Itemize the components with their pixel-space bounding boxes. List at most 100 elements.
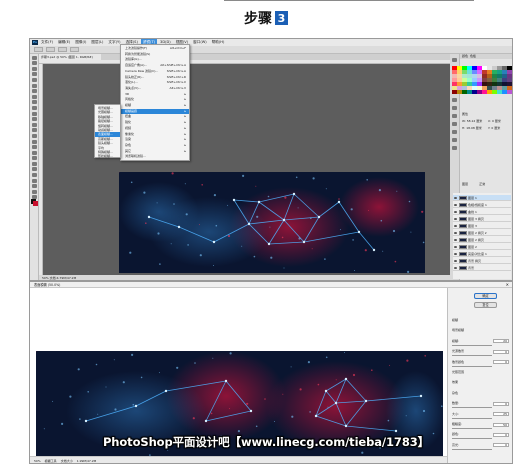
setting-value-field[interactable]: 0 — [493, 360, 509, 365]
filter-menu-item[interactable]: 镜头校正(R)... Shift+Ctrl+R — [121, 75, 189, 80]
visibility-eye-icon[interactable] — [454, 259, 457, 262]
visibility-eye-icon[interactable] — [454, 238, 457, 241]
tab-swatches[interactable]: 色板 — [470, 54, 476, 59]
tool-icon[interactable] — [31, 184, 37, 189]
panel-icon[interactable] — [452, 114, 457, 118]
layer-row[interactable]: 图层 2 拷贝 2 — [453, 230, 511, 236]
tool-icon[interactable] — [31, 150, 37, 155]
filter-menu-item[interactable]: 模糊画廊 ▸ — [121, 108, 189, 114]
tool-icon[interactable] — [31, 66, 37, 71]
tool-icon[interactable] — [31, 83, 37, 88]
setting-slider[interactable] — [452, 365, 492, 367]
panel-icon[interactable] — [452, 58, 457, 62]
filter-menu-item[interactable]: 渲染 ▸ — [121, 137, 189, 142]
filter-menu-item[interactable]: 其它 ▸ — [121, 149, 189, 154]
visibility-eye-icon[interactable] — [454, 252, 457, 255]
visibility-eye-icon[interactable] — [454, 266, 457, 269]
layer-row[interactable]: 曲线 1 — [453, 209, 511, 215]
filter-menu-item[interactable]: 滤镜库(G)... — [121, 57, 189, 62]
filter-menu-item[interactable]: 模糊 ▸ — [121, 103, 189, 108]
setting-value-field[interactable]: 20 — [493, 339, 509, 344]
tool-icon[interactable] — [31, 139, 37, 144]
tool-icon[interactable] — [31, 61, 37, 66]
tool-icon[interactable] — [31, 105, 37, 110]
visibility-eye-icon[interactable] — [454, 245, 457, 248]
tool-icon[interactable] — [31, 133, 37, 138]
setting-value-field[interactable]: 25 — [493, 412, 509, 417]
filter-menu-item[interactable]: 视频 ▸ — [121, 126, 189, 131]
tool-icon[interactable] — [31, 128, 37, 133]
setting-value-field[interactable]: 50 — [493, 422, 509, 427]
filter-menu-item[interactable]: 上次滤镜操作(F) Alt+Ctrl+F — [121, 46, 189, 51]
tool-icon[interactable] — [31, 77, 37, 82]
filter-menu-item[interactable]: 转换为智能滤镜(S) — [121, 52, 189, 57]
tool-icon[interactable] — [31, 156, 37, 161]
filter-menu-item[interactable]: 3D ▸ — [121, 92, 189, 97]
visibility-eye-icon[interactable] — [454, 224, 457, 227]
layer-row[interactable]: 背景 — [453, 265, 511, 271]
option-toggle-icon[interactable] — [70, 47, 79, 52]
layer-row[interactable]: 图层 2 拷贝 — [453, 237, 511, 243]
filter-menu-item[interactable]: 锐化 ▸ — [121, 120, 189, 125]
visibility-eye-icon[interactable] — [454, 203, 457, 206]
panel-icon[interactable] — [452, 130, 457, 134]
tool-icon[interactable] — [31, 189, 37, 194]
visibility-eye-icon[interactable] — [454, 217, 457, 220]
setting-slider[interactable] — [452, 344, 492, 346]
background-color-swatch[interactable] — [33, 201, 38, 206]
setting-slider[interactable] — [452, 407, 492, 409]
layer-row[interactable]: 图层 1 — [453, 195, 511, 201]
tab-color[interactable]: 颜色 — [462, 54, 468, 59]
setting-value-field[interactable]: 0 — [493, 349, 509, 354]
layer-row[interactable]: 亮度/对比度 1 — [453, 251, 511, 257]
filter-menu-item[interactable]: 杂色 ▸ — [121, 143, 189, 148]
option-toggle-icon[interactable] — [46, 47, 55, 52]
filter-menu-item[interactable]: 像素化 ▸ — [121, 132, 189, 137]
filter-menu-item[interactable]: 风格化 ▸ — [121, 97, 189, 102]
menu-item[interactable]: 编辑(E) — [56, 39, 72, 46]
panel-icon[interactable] — [452, 106, 457, 110]
tool-icon[interactable] — [31, 122, 37, 127]
menu-item[interactable]: 图层(L) — [89, 39, 105, 46]
tool-icon[interactable] — [31, 173, 37, 178]
reset-button[interactable]: 复位 — [474, 302, 497, 308]
layer-row[interactable]: 图层 2 — [453, 244, 511, 250]
tool-icon[interactable] — [31, 94, 37, 99]
tool-icon[interactable] — [31, 89, 37, 94]
tool-icon[interactable] — [31, 72, 37, 77]
menu-item[interactable]: 帮助(H) — [210, 39, 227, 46]
filter-menu-item[interactable]: 液化(L)... Shift+Ctrl+X — [121, 80, 189, 85]
menu-item[interactable]: 窗口(W) — [191, 39, 209, 46]
setting-slider[interactable] — [452, 417, 492, 419]
filter-menu-item[interactable]: 自适应广角(A)... Alt+Shift+Ctrl+A — [121, 63, 189, 68]
layer-row[interactable]: 色相/饱和度 1 — [453, 202, 511, 208]
tool-icon[interactable] — [31, 100, 37, 105]
panel-icon[interactable] — [452, 146, 457, 150]
panel-icon[interactable] — [452, 122, 457, 126]
panel-icon[interactable] — [452, 138, 457, 142]
visibility-eye-icon[interactable] — [454, 210, 457, 213]
setting-value-field[interactable]: 0 — [493, 401, 509, 406]
layer-row[interactable]: 背景 拷贝 — [453, 258, 511, 264]
blend-mode[interactable]: 正常 — [479, 182, 485, 186]
tool-icon[interactable] — [31, 167, 37, 172]
tool-icon[interactable] — [31, 161, 37, 166]
setting-slider[interactable] — [452, 428, 492, 429]
menu-item[interactable]: 文件(F) — [39, 39, 55, 46]
tool-icon[interactable] — [31, 55, 37, 60]
color-swatch[interactable] — [507, 90, 512, 94]
layer-row[interactable]: 图层 3 — [453, 223, 511, 229]
filter-menu-item[interactable]: Camera Raw 滤镜(C)... Shift+Ctrl+A — [121, 69, 189, 74]
visibility-eye-icon[interactable] — [454, 231, 457, 234]
menu-item[interactable]: 图像(I) — [73, 39, 88, 46]
tool-icon[interactable] — [31, 145, 37, 150]
filter-menu-item[interactable]: 浏览联机滤镜... — [121, 154, 189, 159]
zoom-level[interactable]: 50% — [34, 459, 41, 463]
tool-preset-icon[interactable] — [34, 47, 43, 52]
tool-icon[interactable] — [31, 111, 37, 116]
layer-row[interactable]: 图层 3 拷贝 — [453, 216, 511, 222]
visibility-eye-icon[interactable] — [454, 196, 457, 199]
tool-icon[interactable] — [31, 117, 37, 122]
ok-button[interactable]: 确定 — [474, 293, 497, 299]
tool-icon[interactable] — [31, 178, 37, 183]
